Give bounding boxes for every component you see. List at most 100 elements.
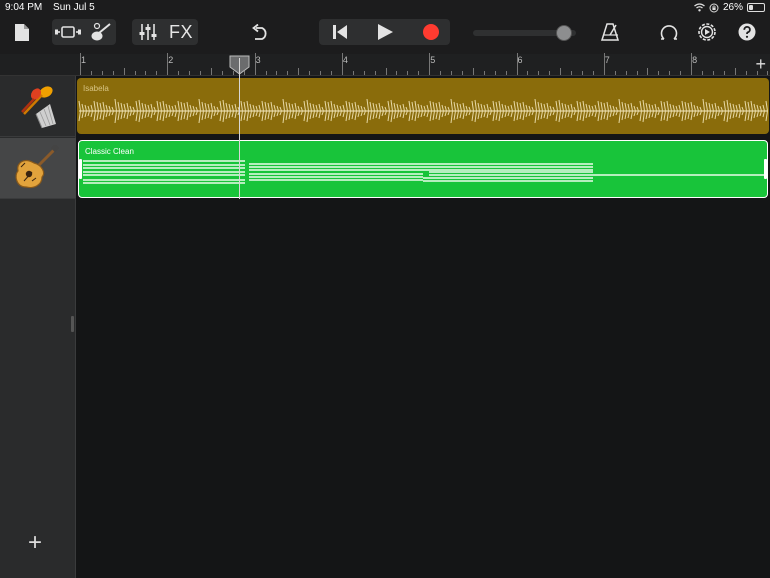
ruler-tick	[407, 71, 409, 75]
browser-button[interactable]	[53, 19, 83, 45]
ruler-tick	[712, 71, 714, 75]
ruler-tick	[276, 71, 278, 75]
ruler-tick	[734, 68, 736, 75]
metronome-button[interactable]	[598, 19, 622, 45]
control-bar: FX	[0, 16, 770, 54]
ruler-tick	[472, 68, 474, 75]
undo-icon	[252, 24, 267, 40]
ruler-tick	[636, 71, 638, 75]
timeline-ruler[interactable]: + 12345678	[76, 53, 770, 76]
ruler-tick	[298, 68, 300, 75]
ruler-tick	[658, 71, 660, 75]
track-header-2[interactable]	[0, 138, 76, 199]
ruler-tick	[396, 71, 398, 75]
status-bar: 9:04 PM Sun Jul 5 26%	[0, 0, 770, 16]
settings-icon	[698, 23, 716, 41]
mixer-button[interactable]	[134, 19, 162, 45]
battery-icon	[747, 3, 765, 12]
go-to-beginning-button[interactable]	[323, 19, 357, 45]
undo-button[interactable]	[247, 19, 273, 45]
my-songs-icon	[15, 23, 29, 41]
guitar-icon	[15, 145, 60, 189]
ruler-tick	[418, 71, 420, 75]
play-icon	[378, 24, 393, 40]
status-time: 9:04 PM	[5, 2, 43, 13]
region-left-trim-handle[interactable]	[79, 159, 82, 179]
ruler-tick	[112, 71, 114, 75]
track-header-resize-handle[interactable]	[71, 316, 74, 332]
audio-waveform	[78, 98, 769, 124]
instrument-icon	[91, 22, 111, 41]
fx-button[interactable]: FX	[166, 19, 196, 45]
ruler-tick	[494, 71, 496, 75]
tracks-area[interactable]: Isabela Classic Clean	[76, 76, 770, 578]
ruler-tick	[352, 71, 354, 75]
ruler-tick	[221, 71, 223, 75]
ruler-tick	[560, 68, 562, 75]
ruler-tick	[669, 71, 671, 75]
ruler-tick	[287, 71, 289, 75]
ruler-bar-number: 6	[517, 55, 523, 65]
settings-button[interactable]	[695, 19, 719, 45]
ruler-tick	[90, 71, 92, 75]
ruler-tick	[145, 71, 147, 75]
ruler-tick	[702, 71, 703, 75]
ruler-tick	[767, 71, 769, 75]
ruler-tick	[429, 53, 431, 75]
help-icon	[738, 23, 756, 41]
ruler-tick	[167, 53, 169, 75]
instrument-view-button[interactable]	[86, 19, 116, 45]
ruler-tick	[101, 71, 103, 75]
ruler-tick	[374, 71, 376, 75]
audio-region[interactable]: Isabela	[77, 78, 769, 134]
region-right-trim-handle[interactable]	[764, 159, 767, 179]
ruler-tick	[385, 68, 387, 75]
ruler-tick	[691, 53, 693, 75]
ruler-tick	[516, 53, 518, 75]
ruler-bar-number: 4	[342, 55, 348, 65]
midi-region[interactable]: Classic Clean	[78, 140, 768, 198]
loop-browser-button[interactable]	[657, 19, 681, 45]
track-header-1[interactable]	[0, 76, 76, 137]
ruler-tick	[614, 71, 616, 75]
ruler-tick	[723, 71, 725, 75]
ruler-tick	[461, 71, 463, 75]
ruler-tick	[625, 71, 627, 75]
maracas-icon	[21, 86, 56, 129]
ruler-tick	[440, 71, 442, 75]
go-to-beginning-icon	[333, 25, 347, 39]
ruler-tick	[363, 71, 365, 75]
ruler-tick	[265, 71, 267, 75]
ruler-tick	[254, 53, 256, 75]
ruler-tick	[123, 68, 125, 75]
play-button[interactable]	[368, 19, 402, 45]
ruler-tick	[483, 71, 485, 75]
wifi-icon	[694, 3, 705, 12]
ruler-tick	[134, 71, 136, 75]
ruler-tick	[189, 71, 191, 75]
help-button[interactable]	[735, 19, 759, 45]
status-date: Sun Jul 5	[53, 2, 95, 13]
battery-level	[749, 5, 753, 10]
midi-notes	[83, 160, 765, 184]
ruler-corner	[0, 54, 76, 76]
ruler-tick	[309, 71, 311, 75]
master-volume-slider[interactable]	[473, 25, 576, 41]
ruler-tick	[330, 71, 332, 75]
ruler-bar-number: 5	[430, 55, 436, 65]
ruler-tick	[581, 71, 583, 75]
ruler-tick	[538, 71, 540, 75]
battery-percent: 26%	[722, 2, 743, 13]
my-songs-button[interactable]	[10, 19, 34, 45]
record-button[interactable]	[414, 19, 448, 45]
ruler-bar-number: 3	[255, 55, 261, 65]
ruler-tick	[505, 71, 507, 75]
ruler-bar-number: 7	[604, 55, 610, 65]
master-volume-knob[interactable]	[556, 25, 572, 41]
ruler-tick	[341, 53, 343, 75]
ruler-bar-number: 2	[168, 55, 174, 65]
ruler-tick	[451, 71, 453, 75]
ruler-tick	[571, 71, 573, 75]
add-track-button[interactable]: +	[28, 531, 42, 555]
ruler-tick	[320, 71, 322, 75]
